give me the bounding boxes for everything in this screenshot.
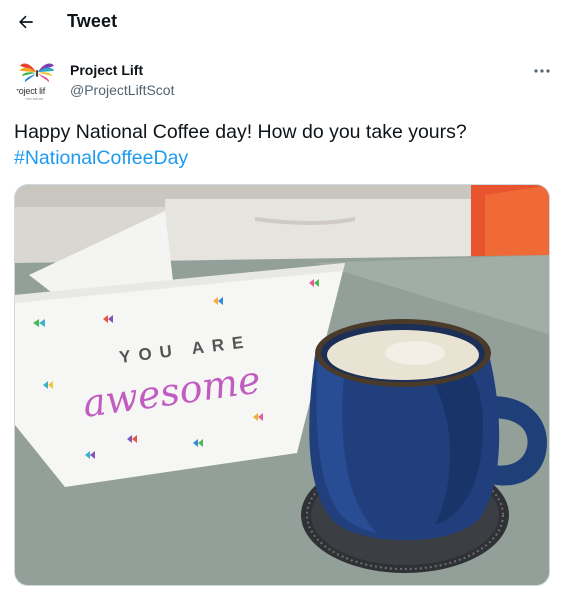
top-bar: Tweet <box>0 0 563 44</box>
avatar-logo-text: roject lif <box>16 86 46 96</box>
author-handle[interactable]: @ProjectLiftScot <box>70 82 174 98</box>
avatar[interactable]: roject lif your future <box>14 56 60 102</box>
more-dots-icon <box>534 69 550 73</box>
arrow-left-icon <box>19 15 33 29</box>
tweet-photo[interactable]: YOU ARE awesome <box>14 184 550 586</box>
tweet-header: roject lif your future Project Lift @Pro… <box>0 56 563 104</box>
page-title: Tweet <box>67 11 118 31</box>
author-display-name[interactable]: Project Lift <box>70 62 143 78</box>
more-options-button[interactable] <box>528 60 556 82</box>
back-button[interactable] <box>10 6 42 38</box>
coffee-photo-illustration: YOU ARE awesome <box>15 185 549 585</box>
tweet-text: Happy National Coffee day! How do you ta… <box>14 119 554 171</box>
butterfly-logo-icon <box>20 63 54 82</box>
hashtag-link[interactable]: #NationalCoffeeDay <box>14 145 554 171</box>
avatar-logo-subtext: your future <box>24 96 44 101</box>
tweet-body: Happy National Coffee day! How do you ta… <box>14 121 467 143</box>
